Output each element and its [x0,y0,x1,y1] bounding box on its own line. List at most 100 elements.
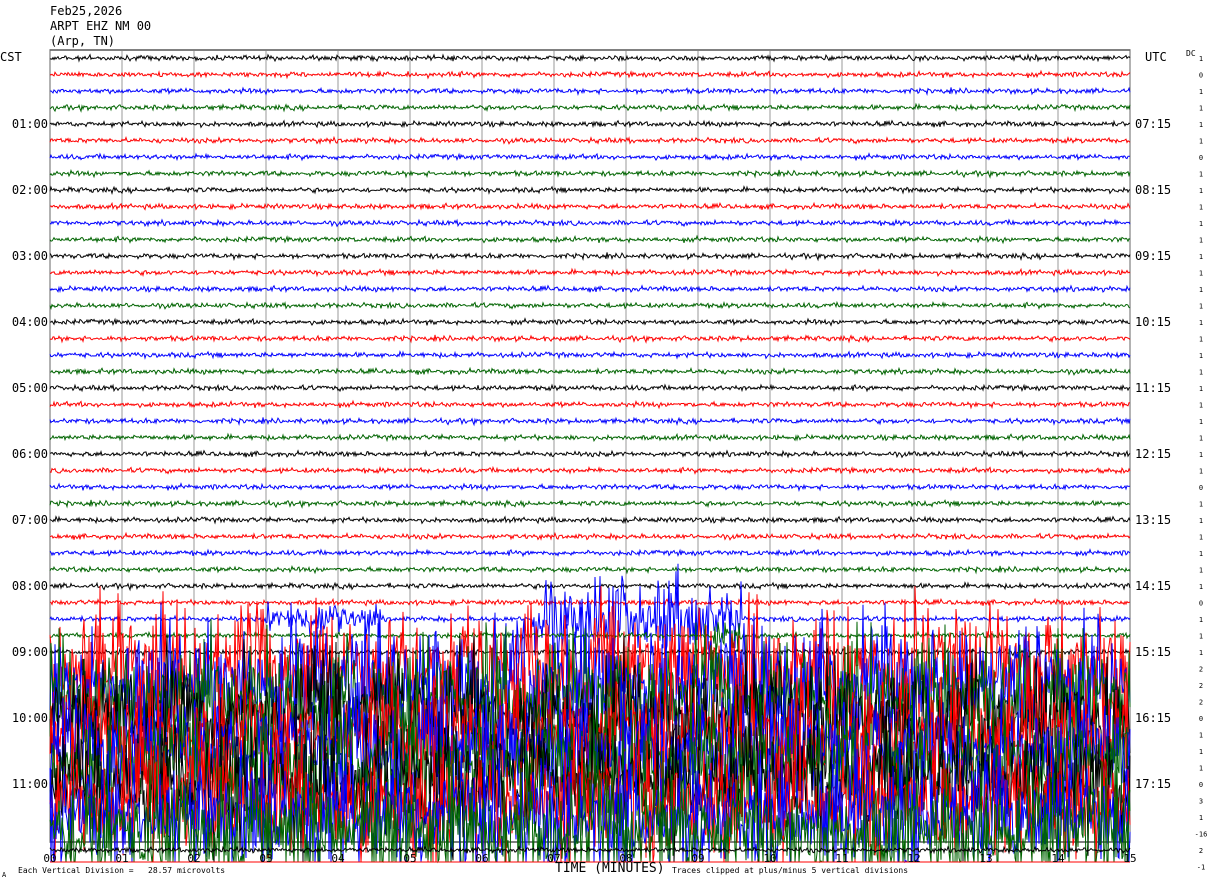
trace-row [49,432,1131,443]
trace-row [49,350,1131,360]
trace-row [49,234,1131,245]
dc-offset-value: 1 [1199,550,1203,558]
dc-offset-value: 0 [1199,484,1203,492]
trace-row [49,399,1130,410]
dc-offset-value: 0 [1199,600,1203,608]
corner-mark: A [2,871,7,879]
dc-offset-value: 2 [1199,682,1203,690]
trace-row [49,119,1131,129]
trace-row [49,515,1131,525]
trace-row [49,581,1131,592]
x-tick-label: 14 [1051,852,1065,865]
right-hour-label: 13:15 [1135,513,1171,527]
dc-offset-value: 0 [1199,154,1203,162]
right-hour-label: 07:15 [1135,117,1171,131]
x-tick-label: 05 [403,852,416,865]
dc-offset-value: 3 [1199,798,1203,806]
dc-offset-value: 1 [1199,171,1203,179]
dc-offset-value: 1 [1199,501,1203,509]
dc-offset-value: 1 [1199,633,1203,641]
dc-offset-value: -16 [1195,831,1208,839]
dc-offset-value: 1 [1199,286,1203,294]
left-hour-label: 01:00 [12,117,48,131]
trace-row [49,482,1131,493]
trace-row [49,251,1131,262]
left-hour-label: 06:00 [12,447,48,461]
trace-row [49,135,1131,145]
dc-offset-value: 0 [1199,715,1203,723]
dc-offset-value: 1 [1199,616,1203,624]
trace-row [49,317,1131,327]
right-hour-label: 15:15 [1135,645,1171,659]
x-tick-label: 01 [115,852,128,865]
x-tick-label: 04 [331,852,345,865]
trace-row [49,284,1131,294]
dc-offset-value: 0 [1199,72,1203,80]
x-tick-label: 10 [763,852,776,865]
x-axis-title: TIME (MINUTES) [555,861,665,876]
trace-row [49,86,1131,97]
dc-offset-value: 1 [1199,220,1203,228]
dc-offset-value: 1 [1199,303,1203,311]
dc-offset-value: 2 [1199,699,1203,707]
trace-row [49,449,1131,459]
dc-offset-value: 1 [1199,352,1203,360]
dc-offset-value: 1 [1199,748,1203,756]
x-tick-label: 09 [691,852,704,865]
dc-offset-value: 2 [1199,666,1203,674]
dc-offset-value: 1 [1199,105,1203,113]
dc-offset-value: -1 [1197,864,1205,872]
right-hour-label: 09:15 [1135,249,1171,263]
trace-row [49,548,1131,558]
left-hour-label: 09:00 [12,645,48,659]
right-hour-label: 11:15 [1135,381,1171,395]
dc-offset-value: 1 [1199,336,1203,344]
left-hour-label: 02:00 [12,183,48,197]
x-tick-label: 00 [43,852,56,865]
left-hour-label: 04:00 [12,315,48,329]
trace-row [49,465,1131,475]
trace-row [49,218,1131,228]
right-hour-label: 14:15 [1135,579,1171,593]
dc-offset-value: 1 [1199,187,1203,195]
dc-offset-value: 1 [1199,517,1203,525]
right-hour-label: 08:15 [1135,183,1171,197]
dc-offset-value: 1 [1199,237,1203,245]
left-hour-label: 03:00 [12,249,48,263]
left-hour-label: 11:00 [12,777,48,791]
dc-offset-value: 1 [1199,385,1203,393]
trace-row [49,366,1131,376]
x-tick-label: 12 [907,852,920,865]
dc-offset-value: 1 [1199,534,1203,542]
dc-offset-value: 1 [1199,402,1203,410]
trace-row [49,201,1131,211]
dc-offset-value: 1 [1199,369,1203,377]
dc-offset-value: 1 [1199,121,1203,129]
trace-row [49,267,1131,278]
left-hour-label: 10:00 [12,711,48,725]
dc-offset-value: 1 [1199,814,1203,822]
dc-offset-value: 1 [1199,567,1203,575]
trace-row [49,564,1131,575]
trace-row [49,622,1131,652]
trace-row [49,531,1131,541]
dc-offset-value: 1 [1199,435,1203,443]
helicorder-plot: 1011110111111111111111111101111110111222… [12,49,1208,872]
right-hour-label: 16:15 [1135,711,1171,725]
trace-row [49,383,1131,393]
dc-offset-value: 1 [1199,253,1203,261]
trace-row [49,152,1130,162]
clip-note: Traces clipped at plus/minus 5 vertical … [672,866,909,875]
dc-offset-value: 2 [1199,847,1203,855]
dc-offset-value: 1 [1199,765,1203,773]
x-tick-label: 02 [187,852,200,865]
dc-offset-value: 1 [1199,319,1203,327]
right-hour-label: 17:15 [1135,777,1171,791]
right-hour-label: 12:15 [1135,447,1171,461]
left-hour-label: 05:00 [12,381,48,395]
trace-row [49,53,1131,63]
dc-offset-value: 1 [1199,88,1203,96]
trace-row [49,334,1131,344]
trace-row [49,499,1131,509]
trace-row [49,69,1131,80]
